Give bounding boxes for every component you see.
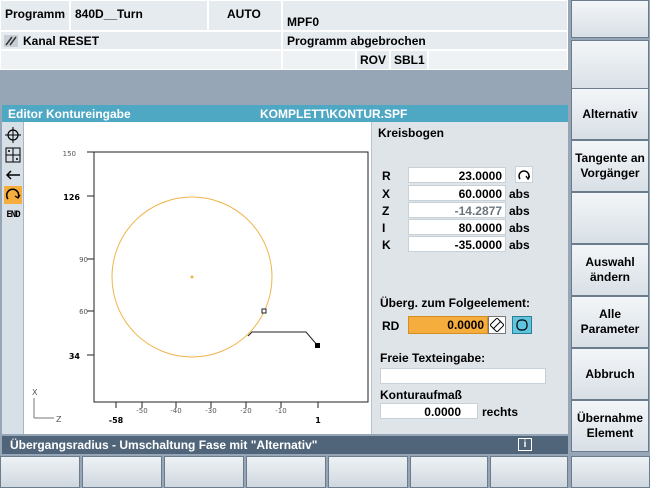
field-label-z: Z xyxy=(382,204,390,218)
mode-label: AUTO xyxy=(208,0,282,31)
hsoftkey-3[interactable] xyxy=(164,456,244,488)
x-label-1: 1 xyxy=(315,416,321,425)
rd-label: RD xyxy=(382,319,400,333)
freetext-label: Freie Texteingabe: xyxy=(380,351,486,365)
softkey-tangente[interactable]: Tangente an Vorgänger xyxy=(571,140,649,192)
parameter-panel: Kreisbogen R 23.0000 X 60.0000 abs Z -14… xyxy=(371,122,568,434)
axis-z-label: Z xyxy=(56,415,62,424)
freetext-input[interactable] xyxy=(380,368,546,384)
program-name: MPF0 xyxy=(282,0,568,31)
field-value-z: -14.2877 xyxy=(408,202,506,218)
machine-name: 840D__Turn xyxy=(70,0,208,31)
area-label: Programm xyxy=(0,0,70,31)
field-unit-k: abs xyxy=(509,238,530,252)
arc-direction-icon[interactable] xyxy=(515,166,533,183)
editor-file: KOMPLETT\KONTUR.SPF xyxy=(260,107,408,121)
flag-sbl1: SBL1 xyxy=(390,50,428,70)
channel-status: Kanal RESET xyxy=(0,31,282,50)
transition-label: Überg. zum Folgeelement: xyxy=(380,296,531,310)
hsoftkey-5[interactable] xyxy=(328,456,408,488)
hsoftkey-1[interactable] xyxy=(0,456,80,488)
x-label-10: -10 xyxy=(275,407,286,415)
reset-icon xyxy=(4,35,18,47)
header-spacer-3 xyxy=(428,50,568,70)
contour-graphic: 150 126 90 60 34 -58 -50 -40 -30 -20 -10… xyxy=(32,150,369,425)
program-status: Programm abgebrochen xyxy=(282,31,568,50)
editor-title: Editor Kontureingabe xyxy=(8,107,131,121)
contour-start-point xyxy=(315,343,320,348)
hsoftkey-4[interactable] xyxy=(246,456,326,488)
y-label-34: 34 xyxy=(69,352,81,361)
softkey-alle-parameter[interactable]: Alle Parameter xyxy=(571,296,649,348)
x-label-50: -50 xyxy=(136,407,147,415)
y-label-60: 60 xyxy=(79,308,88,316)
graphic-frame xyxy=(93,151,369,403)
x-label-40: -40 xyxy=(170,407,181,415)
flag-rov: ROV xyxy=(356,50,390,70)
hsoftkey-6[interactable] xyxy=(410,456,488,488)
radius-toggle-icon[interactable] xyxy=(512,316,532,334)
allowance-side: rechts xyxy=(482,405,519,419)
chamfer-toggle-icon[interactable] xyxy=(488,316,506,334)
header-spacer-2 xyxy=(282,50,356,70)
crosshair-icon[interactable] xyxy=(4,126,22,144)
x-label-20: -20 xyxy=(240,407,251,415)
end-icon-label: END xyxy=(6,210,20,220)
field-unit-i: abs xyxy=(509,221,530,235)
y-label-90: 90 xyxy=(79,256,88,264)
hsoftkey-8[interactable] xyxy=(571,456,650,488)
field-value-x[interactable]: 60.0000 xyxy=(408,185,506,201)
field-label-r: R xyxy=(382,169,391,183)
softkey-top[interactable] xyxy=(571,0,649,38)
grid-icon[interactable] xyxy=(4,146,22,164)
tool-strip: END xyxy=(2,122,24,434)
contour-line xyxy=(247,331,319,347)
end-icon[interactable]: END xyxy=(4,206,22,224)
arc-center xyxy=(190,275,194,279)
softkey-1[interactable] xyxy=(571,40,649,92)
editor-title-bar: Editor Kontureingabe KOMPLETT\KONTUR.SPF xyxy=(2,105,568,122)
softkey-alternativ[interactable]: Alternativ xyxy=(571,88,649,140)
y-label-150: 150 xyxy=(63,150,76,158)
hsoftkey-2[interactable] xyxy=(82,456,162,488)
softkey-auswahl-aendern[interactable]: Auswahl ändern xyxy=(571,244,649,296)
line-left-icon[interactable] xyxy=(4,166,22,184)
x-label-58: -58 xyxy=(109,416,124,425)
field-unit-x: abs xyxy=(509,187,530,201)
y-label-126: 126 xyxy=(63,193,80,202)
arc-icon[interactable] xyxy=(4,186,22,204)
panel-title: Kreisbogen xyxy=(378,126,445,140)
status-bar: Übergangsradius - Umschaltung Fase mit "… xyxy=(2,436,568,454)
header-spacer xyxy=(0,50,282,70)
info-icon[interactable]: i xyxy=(518,438,532,451)
field-label-i: I xyxy=(382,221,386,235)
field-value-r[interactable]: 23.0000 xyxy=(408,167,506,183)
hsoftkey-7[interactable] xyxy=(490,456,568,488)
field-label-x: X xyxy=(382,187,391,201)
x-label-30: -30 xyxy=(205,407,216,415)
softkey-abbruch[interactable]: Abbruch xyxy=(571,348,649,400)
field-unit-z: abs xyxy=(509,204,530,218)
field-label-k: K xyxy=(382,238,391,252)
status-message: Übergangsradius - Umschaltung Fase mit "… xyxy=(10,438,318,452)
rd-value-input[interactable]: 0.0000 xyxy=(408,316,488,334)
field-value-i[interactable]: 80.0000 xyxy=(408,219,506,235)
channel-status-text: Kanal RESET xyxy=(23,34,100,48)
axis-x-label: X xyxy=(32,388,38,397)
arc-end-marker xyxy=(261,308,267,314)
field-value-k[interactable]: -35.0000 xyxy=(408,236,506,252)
allowance-value-input[interactable]: 0.0000 xyxy=(380,403,478,419)
allowance-label: Konturaufmaß xyxy=(380,388,462,402)
softkey-4[interactable] xyxy=(571,192,649,244)
softkey-uebernahme-element[interactable]: Übernahme Element xyxy=(571,400,649,452)
